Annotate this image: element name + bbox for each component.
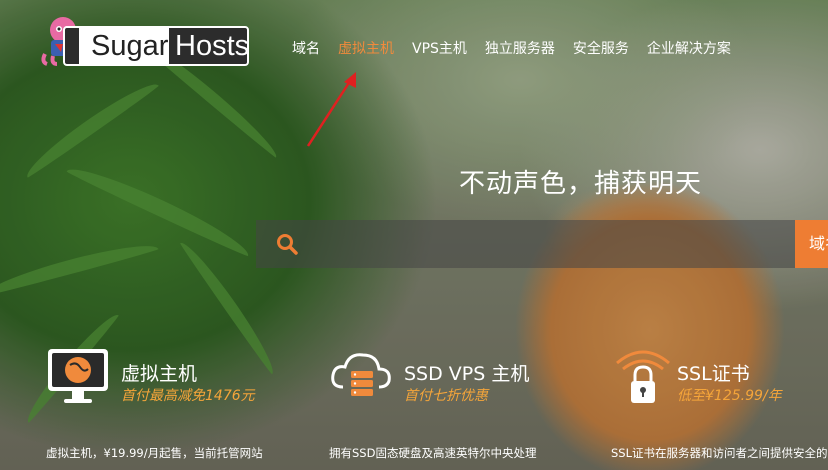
- feature-title: 虚拟主机: [121, 363, 198, 385]
- logo-wordmark: Sugar Hosts: [63, 26, 249, 66]
- nav-item-vps[interactable]: VPS主机: [412, 38, 467, 58]
- feature-description: 拥有SSD固态硬盘及高速英特尔中央处理: [329, 446, 537, 460]
- cloud-server-icon: [331, 353, 391, 396]
- logo-hosts-text: Hosts: [175, 30, 250, 62]
- annotation-arrow-icon: [306, 72, 356, 147]
- nav-item-security[interactable]: 安全服务: [573, 38, 629, 58]
- hero-headline: 不动声色，捕获明天: [459, 169, 703, 199]
- feature-description: 虚拟主机，¥19.99/月起售，当前托管网站: [46, 446, 263, 460]
- main-nav: 域名 虚拟主机 VPS主机 独立服务器 安全服务 企业解决方案: [292, 38, 749, 58]
- feature-subtitle: 首付七折优惠: [404, 388, 488, 404]
- search-button[interactable]: 域名: [795, 220, 828, 268]
- feature-description: SSL证书在服务器和访问者之间提供安全的: [611, 446, 828, 460]
- feature-title: SSL证书: [677, 363, 750, 385]
- logo-sugar-text: Sugar: [79, 28, 169, 64]
- nav-item-virtual-hosting[interactable]: 虚拟主机: [338, 38, 394, 58]
- lock-icon: [616, 350, 670, 403]
- nav-item-enterprise[interactable]: 企业解决方案: [647, 38, 731, 58]
- feature-subtitle: 低至¥125.99/年: [677, 388, 782, 404]
- feature-subtitle: 首付最高减免1476元: [121, 388, 255, 404]
- search-icon: [277, 234, 298, 255]
- sugarhosts-logo[interactable]: Sugar Hosts: [37, 14, 251, 66]
- nav-item-dedicated-server[interactable]: 独立服务器: [485, 38, 555, 58]
- monitor-icon: [48, 349, 108, 403]
- feature-title: SSD VPS 主机: [404, 363, 530, 385]
- nav-item-domain[interactable]: 域名: [292, 38, 320, 58]
- search-input[interactable]: [314, 220, 798, 270]
- domain-search-bar: 域名: [256, 220, 828, 270]
